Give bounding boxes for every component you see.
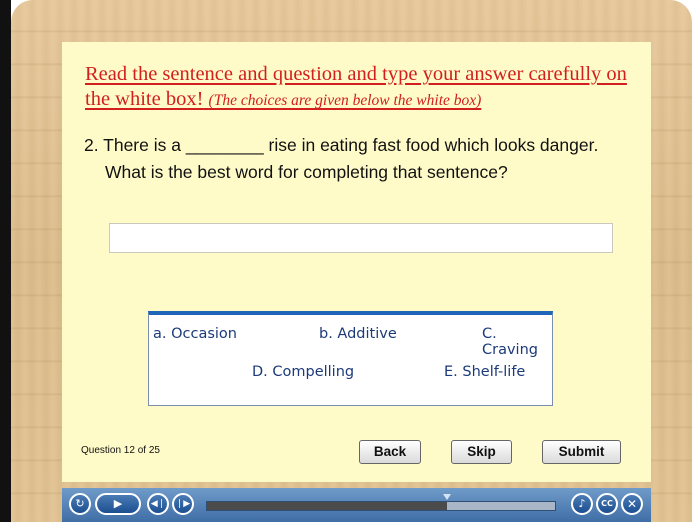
question-panel: Read the sentence and question and type … (62, 42, 651, 482)
wood-frame: Read the sentence and question and type … (11, 0, 692, 522)
choice-c: C. Craving (482, 326, 538, 358)
submit-button[interactable]: Submit (542, 440, 621, 464)
choice-e: E. Shelf-life (444, 364, 526, 380)
question-text: 2. There is a ________ rise in eating fa… (84, 132, 644, 186)
window-edge (0, 0, 11, 522)
captions-icon[interactable]: CC (596, 493, 618, 515)
close-icon[interactable]: ✕ (621, 493, 643, 515)
question-sentence: 2. There is a ________ rise in eating fa… (84, 135, 599, 155)
choice-a: a. Occasion (153, 326, 237, 342)
play-icon[interactable]: ▶ (95, 493, 141, 515)
choices-box: a. Occasion b. Additive C. Craving D. Co… (148, 311, 553, 406)
choice-d: D. Compelling (252, 364, 355, 380)
instruction-note: (The choices are given below the white b… (208, 92, 482, 109)
back-button[interactable]: Back (359, 440, 421, 464)
seek-bar[interactable] (206, 494, 556, 511)
player-controls: ↻ ▶ ◀❘ ❘▶ ♪ CC ✕ (62, 488, 651, 522)
replay-icon[interactable]: ↻ (69, 493, 91, 515)
skip-button[interactable]: Skip (451, 440, 512, 464)
next-icon[interactable]: ❘▶ (172, 493, 194, 515)
volume-icon[interactable]: ♪ (571, 493, 593, 515)
seek-progress (207, 502, 448, 510)
question-prompt: What is the best word for completing tha… (105, 162, 508, 182)
seek-thumb[interactable] (443, 494, 452, 500)
previous-icon[interactable]: ◀❘ (147, 493, 169, 515)
instruction-text: Read the sentence and question and type … (85, 62, 645, 113)
question-counter: Question 12 of 25 (81, 445, 160, 456)
choice-b: b. Additive (319, 326, 397, 342)
answer-input[interactable] (109, 223, 613, 253)
